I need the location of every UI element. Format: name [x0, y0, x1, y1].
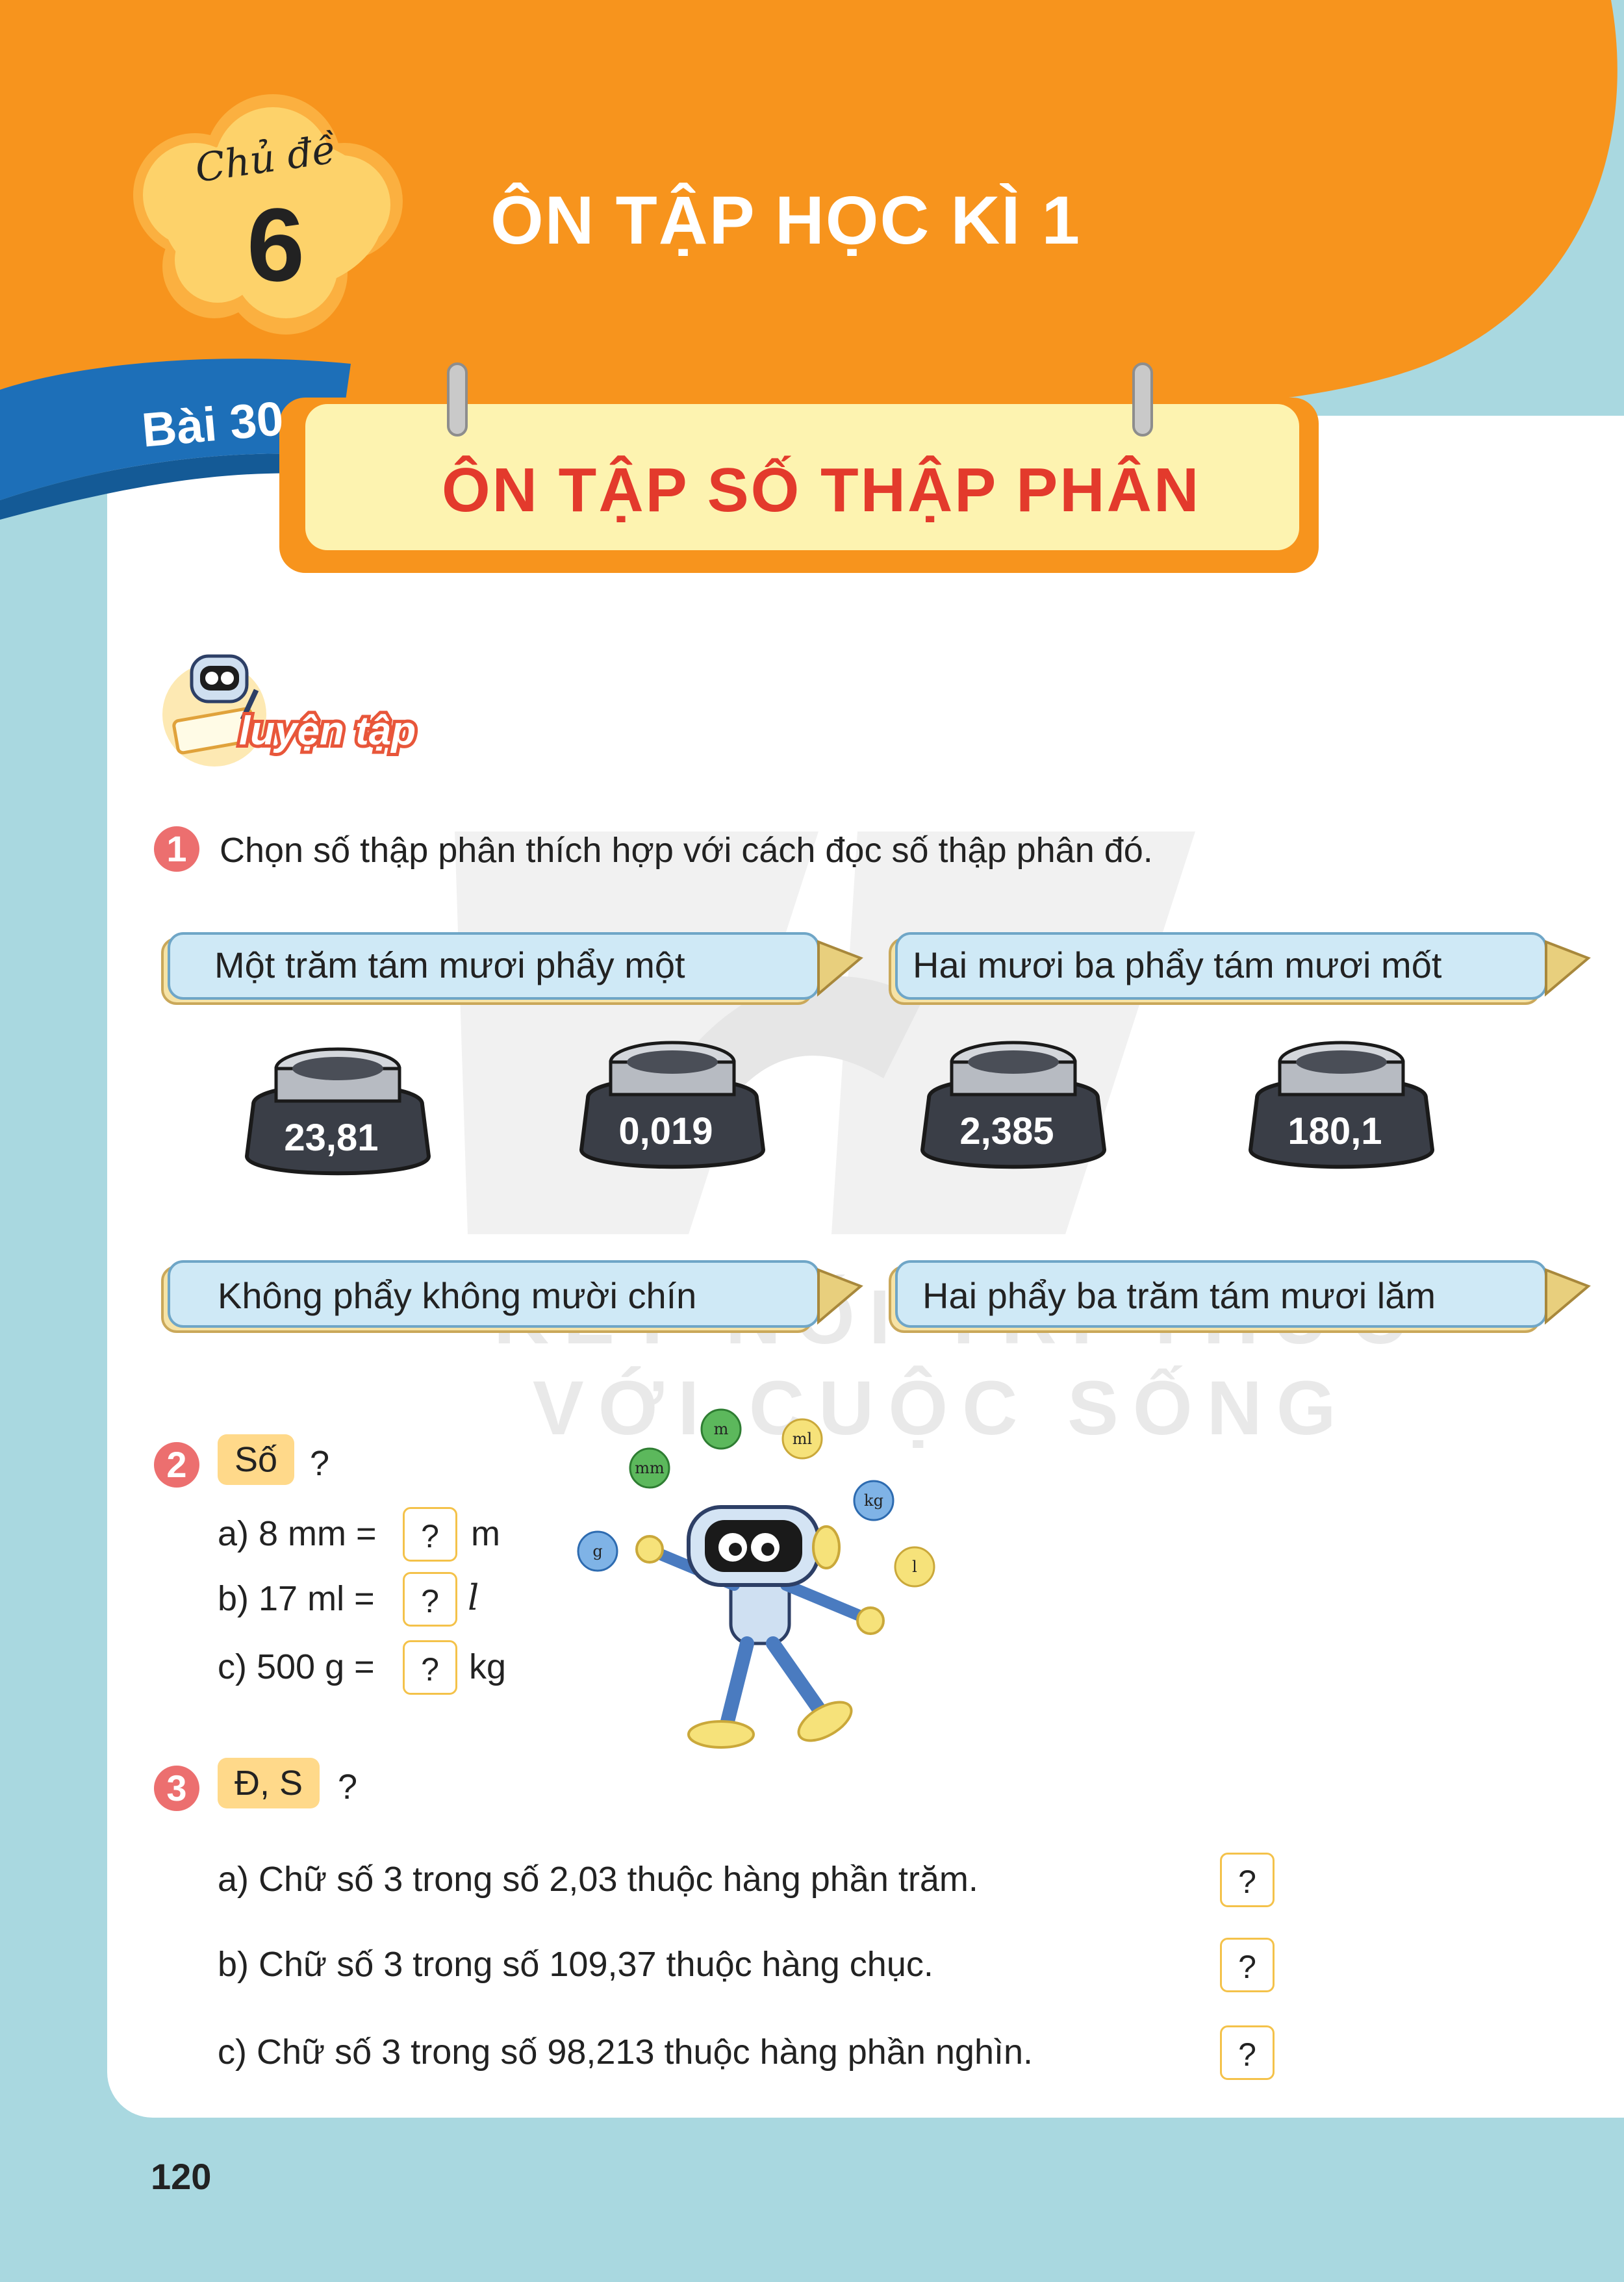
q2-answer-box[interactable]: ? — [403, 1507, 457, 1562]
inkwell-value: 2,385 — [959, 1110, 1054, 1152]
q2-item-unit: kg — [469, 1647, 507, 1686]
question-2-number: 2 — [154, 1442, 199, 1488]
header-artwork — [0, 0, 1618, 573]
q2-item-unit: m — [471, 1514, 500, 1553]
q2-item-prefix: b) 17 ml = — [218, 1579, 375, 1618]
question-2-mark: ? — [310, 1444, 330, 1483]
page-number: 120 — [151, 2156, 212, 2197]
ball-label-ml: ml — [793, 1430, 812, 1448]
inkwell — [244, 1047, 431, 1176]
ball-label-l: l — [912, 1558, 917, 1576]
pen-label: Hai mươi ba phẩy tám mươi mốt — [913, 944, 1442, 985]
q2-item-prefix: a) 8 mm = — [218, 1514, 377, 1553]
question-3-number: 3 — [154, 1766, 199, 1811]
juggling-robot-illustration: m ml mm kg g l — [577, 1408, 935, 1749]
q2-answer-box[interactable]: ? — [403, 1640, 457, 1695]
q2-item-unit: l — [468, 1577, 479, 1618]
pen-label: Hai phẩy ba trăm tám mươi lăm — [922, 1275, 1436, 1316]
ball-label-kg: kg — [864, 1491, 883, 1510]
pen-label: Không phẩy không mười chín — [218, 1275, 697, 1316]
question-1-prompt: Chọn số thập phân thích hợp với cách đọc… — [220, 831, 1153, 870]
section-label: luyện tập — [236, 705, 419, 757]
topic-title: ÔN TẬP HỌC KÌ 1 — [490, 183, 1082, 259]
q2-item-prefix: c) 500 g = — [218, 1647, 375, 1686]
ball-label-mm: mm — [635, 1459, 665, 1477]
question-1-number: 1 — [154, 826, 199, 872]
question-2-label: Số — [218, 1434, 295, 1485]
question-3-label: Đ, S — [218, 1758, 320, 1808]
inkwell — [1248, 1041, 1435, 1169]
inkwell-value: 180,1 — [1288, 1110, 1382, 1152]
ball-label-m: m — [714, 1420, 729, 1438]
pen-label: Một trăm tám mươi phẩy một — [214, 944, 685, 985]
q3-answer-box[interactable]: ? — [1220, 1938, 1275, 1992]
q3-answer-box[interactable]: ? — [1220, 2025, 1275, 2080]
inkwell — [920, 1041, 1107, 1169]
q3-answer-box[interactable]: ? — [1220, 1853, 1275, 1907]
ball-label-g: g — [592, 1542, 602, 1560]
q3-statement: b) Chữ số 3 trong số 109,37 thuộc hàng c… — [218, 1945, 933, 1984]
inkwell-value: 23,81 — [284, 1117, 379, 1159]
lesson-title: ÔN TẬP SỐ THẬP PHÂN — [442, 455, 1201, 525]
q3-statement: a) Chữ số 3 trong số 2,03 thuộc hàng phầ… — [218, 1860, 978, 1899]
topic-number: 6 — [247, 186, 305, 303]
inkwell — [579, 1041, 766, 1169]
question-3-mark: ? — [338, 1768, 358, 1807]
q3-statement: c) Chữ số 3 trong số 98,213 thuộc hàng p… — [218, 2033, 1034, 2072]
q2-answer-box[interactable]: ? — [403, 1572, 457, 1627]
inkwell-value: 0,019 — [618, 1110, 713, 1152]
